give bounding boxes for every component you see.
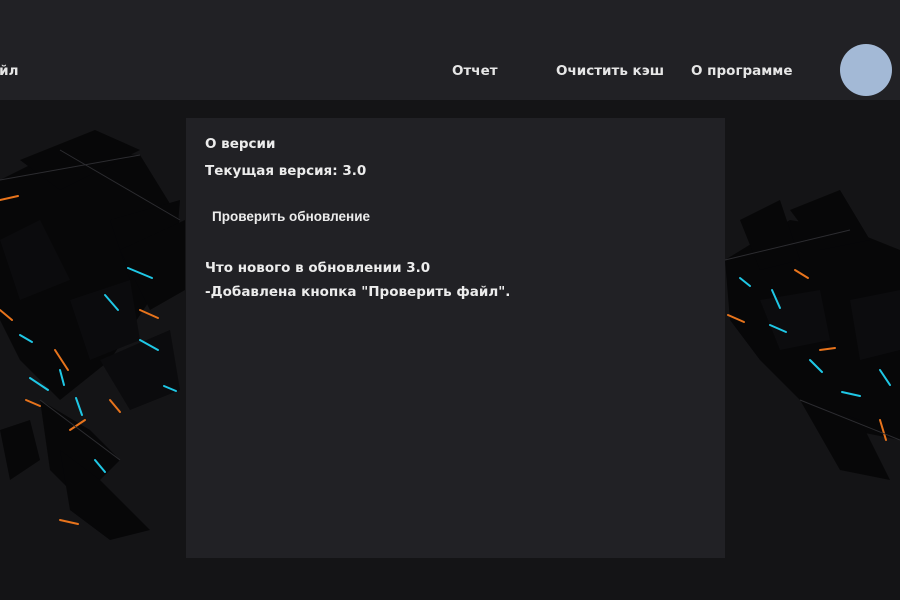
whats-new-title: Что нового в обновлении 3.0 xyxy=(205,260,431,276)
top-navigation-bar: айл Отчет Очистить кэш О программе xyxy=(0,0,900,100)
avatar[interactable] xyxy=(840,44,892,96)
about-version-panel: О версии Текущая версия: 3.0 Проверить о… xyxy=(186,118,725,558)
current-version-text: Текущая версия: 3.0 xyxy=(205,163,367,179)
nav-file[interactable]: айл xyxy=(0,63,18,79)
nav-clear-cache[interactable]: Очистить кэш xyxy=(556,63,664,79)
whats-new-item: -Добавлена кнопка "Проверить файл". xyxy=(205,284,511,300)
panel-title: О версии xyxy=(205,136,276,152)
nav-about[interactable]: О программе xyxy=(691,63,793,79)
nav-report[interactable]: Отчет xyxy=(452,63,498,79)
app-window: айл Отчет Очистить кэш О программе О вер… xyxy=(0,0,900,600)
check-update-button[interactable]: Проверить обновление xyxy=(205,202,377,232)
